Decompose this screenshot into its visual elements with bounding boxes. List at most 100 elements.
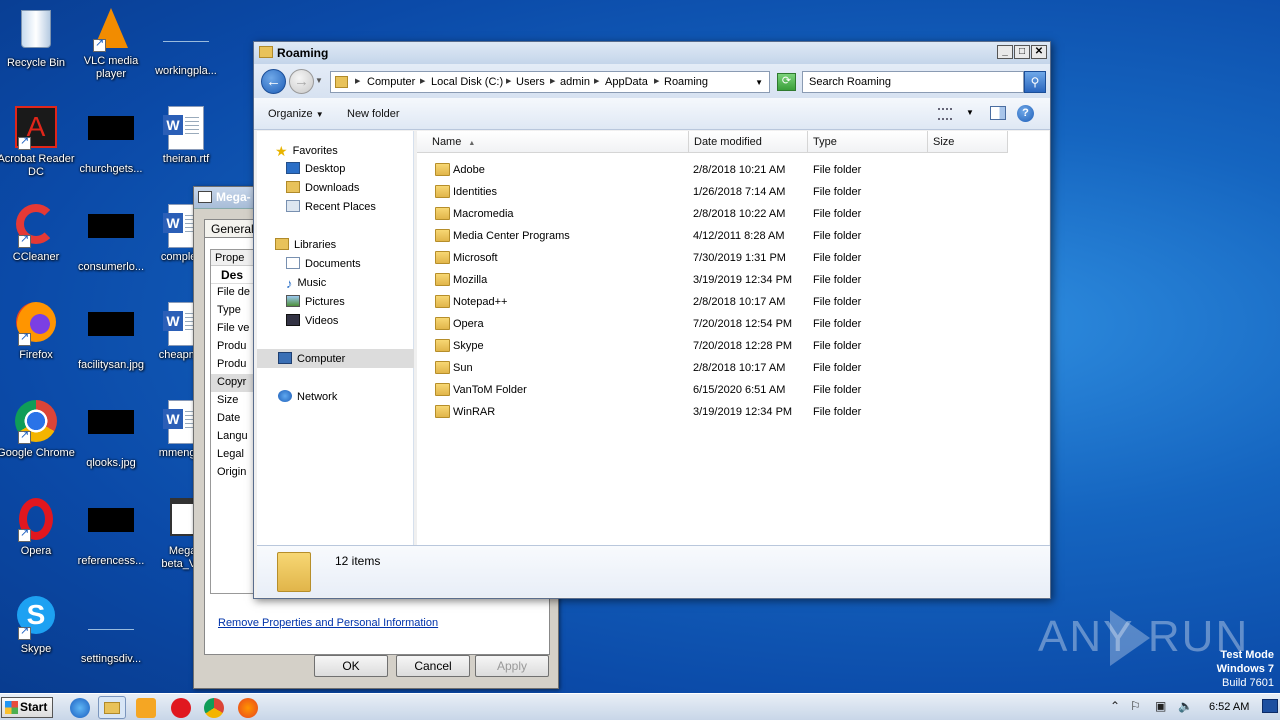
acrobat-reader-icon[interactable]: A Acrobat Reader DC	[0, 106, 76, 179]
internet-explorer-icon[interactable]	[70, 698, 90, 718]
breadcrumb-computer[interactable]: Computer	[367, 76, 415, 88]
table-row[interactable]: Identities 1/26/2018 7:14 AM File folder	[417, 181, 1049, 203]
history-dropdown-icon[interactable]: ▼	[315, 76, 323, 85]
network-tray-icon[interactable]: ▣	[1155, 699, 1166, 713]
consumerlo-file-icon[interactable]: consumerlo...	[71, 204, 151, 274]
minimize-button[interactable]: _	[997, 45, 1013, 59]
libraries-icon	[275, 238, 289, 250]
ok-button[interactable]: OK	[314, 655, 388, 677]
volume-icon[interactable]: 🔈	[1178, 699, 1193, 713]
nav-favorites[interactable]: ★ Favorites	[275, 143, 338, 159]
maximize-button[interactable]: □	[1014, 45, 1030, 59]
show-hidden-icons[interactable]: ⌃	[1110, 699, 1120, 713]
table-row[interactable]: VanToM Folder 6/15/2020 6:51 AM File folde…	[417, 379, 1049, 401]
table-row[interactable]: Microsoft 7/30/2019 1:31 PM File folder	[417, 247, 1049, 269]
file-name: VanToM Folder	[453, 384, 527, 396]
breadcrumb-users[interactable]: Users	[516, 76, 545, 88]
chevron-right-icon[interactable]: ▶	[594, 77, 599, 85]
breadcrumb[interactable]: ▶ Computer ▶ Local Disk (C:) ▶ Users ▶ a…	[330, 71, 770, 93]
table-row[interactable]: Notepad++ 2/8/2018 10:17 AM File folder	[417, 291, 1049, 313]
nav-recent-places[interactable]: Recent Places	[286, 200, 376, 213]
shortcut-arrow-icon	[18, 331, 31, 346]
view-dropdown-icon[interactable]: ▼	[966, 108, 974, 117]
close-button[interactable]: ✕	[1031, 45, 1047, 59]
theiran-rtf-icon[interactable]: theiran.rtf	[146, 106, 226, 166]
table-row[interactable]: Sun 2/8/2018 10:17 AM File folder	[417, 357, 1049, 379]
show-desktop-button[interactable]	[1262, 699, 1278, 713]
organize-button[interactable]: Organize ▼	[268, 108, 324, 120]
table-row[interactable]: WinRAR 3/19/2019 12:34 PM File folder	[417, 401, 1049, 423]
explorer-titlebar[interactable]: Roaming _ □ ✕	[254, 42, 1050, 64]
nav-music[interactable]: ♪ Music	[286, 276, 326, 291]
breadcrumb-appdata[interactable]: AppData	[605, 76, 648, 88]
new-folder-button[interactable]: New folder	[347, 108, 400, 120]
vlc-icon[interactable]: VLC media player	[71, 8, 151, 81]
opera-image	[12, 498, 60, 542]
chevron-right-icon[interactable]: ▶	[355, 77, 360, 85]
chrome-taskbar-icon[interactable]	[204, 698, 224, 718]
churchgets-file-icon[interactable]: churchgets...	[71, 106, 151, 176]
qlooks-jpg-icon[interactable]: qlooks.jpg	[71, 400, 151, 470]
column-header-date[interactable]: Date modified	[689, 131, 808, 153]
back-button[interactable]: ←	[261, 69, 286, 94]
referencess-file-icon[interactable]: referencess...	[71, 498, 151, 568]
cancel-button[interactable]: Cancel	[396, 655, 470, 677]
forward-button[interactable]: →	[289, 69, 314, 94]
clock[interactable]: 6:52 AM	[1209, 701, 1249, 713]
media-player-icon[interactable]	[136, 698, 156, 718]
table-row[interactable]: Opera 7/20/2018 12:54 PM File folder	[417, 313, 1049, 335]
firefox-taskbar-icon[interactable]	[238, 698, 258, 718]
refresh-button[interactable]: ⟳	[777, 73, 796, 91]
opera-taskbar-icon[interactable]	[171, 698, 191, 718]
table-row[interactable]: Macromedia 2/8/2018 10:22 AM File folder	[417, 203, 1049, 225]
preview-pane-icon[interactable]	[990, 106, 1006, 120]
apply-button[interactable]: Apply	[475, 655, 549, 677]
remove-properties-link[interactable]: Remove Properties and Personal Informati…	[218, 617, 438, 629]
column-header-size[interactable]: Size	[928, 131, 1008, 153]
explorer-window[interactable]: Roaming _ □ ✕ ← → ▼ ▶ Computer ▶ Local D…	[253, 41, 1051, 599]
help-icon[interactable]: ?	[1017, 105, 1034, 122]
nav-network[interactable]: Network	[278, 390, 337, 403]
file-list[interactable]: Name ▲ Date modified Type Size Adobe 2/8/…	[417, 131, 1049, 545]
table-row[interactable]: Media Center Programs 4/12/2011 8:28 AM Fi…	[417, 225, 1049, 247]
start-button[interactable]: Start	[1, 697, 53, 718]
search-icon[interactable]: ⚲	[1024, 71, 1046, 93]
nav-documents[interactable]: Documents	[286, 257, 361, 270]
nav-desktop[interactable]: Desktop	[286, 162, 345, 175]
chevron-right-icon[interactable]: ▶	[550, 77, 555, 85]
explorer-taskbar-button[interactable]	[98, 696, 126, 719]
firefox-icon[interactable]: Firefox	[0, 302, 76, 362]
settingsdiv-file-icon[interactable]: settingsdiv...	[71, 596, 151, 666]
chevron-right-icon[interactable]: ▶	[420, 77, 425, 85]
nav-libraries[interactable]: Libraries	[275, 238, 336, 251]
chevron-right-icon[interactable]: ▶	[506, 77, 511, 85]
action-center-flag-icon[interactable]: ⚐	[1130, 699, 1141, 713]
opera-icon[interactable]: Opera	[0, 498, 76, 558]
google-chrome-icon[interactable]: Google Chrome	[0, 400, 76, 460]
table-row[interactable]: Mozilla 3/19/2019 12:34 PM File folder	[417, 269, 1049, 291]
workingpla-file-icon[interactable]: workingpla...	[146, 8, 226, 78]
build-text: Build 7601	[1222, 677, 1274, 689]
breadcrumb-local-disk[interactable]: Local Disk (C:)	[431, 76, 503, 88]
recycle-bin-icon[interactable]: Recycle Bin	[0, 8, 76, 70]
start-label: Start	[20, 700, 48, 714]
ccleaner-icon[interactable]: CCleaner	[0, 204, 76, 264]
table-row[interactable]: Adobe 2/8/2018 10:21 AM File folder	[417, 159, 1049, 181]
column-header-type[interactable]: Type	[808, 131, 928, 153]
search-input[interactable]: Search Roaming	[802, 71, 1024, 93]
breadcrumb-roaming[interactable]: Roaming	[664, 76, 708, 88]
breadcrumb-admin[interactable]: admin	[560, 76, 590, 88]
nav-videos[interactable]: Videos	[286, 314, 338, 327]
folder-icon	[435, 229, 450, 242]
nav-pictures[interactable]: Pictures	[286, 295, 345, 308]
table-row[interactable]: Skype 7/20/2018 12:28 PM File folder	[417, 335, 1049, 357]
address-dropdown-icon[interactable]: ▼	[755, 78, 763, 87]
column-header-name[interactable]: Name ▲	[417, 131, 689, 153]
chevron-right-icon[interactable]: ▶	[654, 77, 659, 85]
change-view-icon[interactable]	[938, 108, 952, 120]
facilitysan-jpg-icon[interactable]: facilitysan.jpg	[71, 302, 151, 372]
skype-icon[interactable]: S Skype	[0, 596, 76, 656]
nav-downloads[interactable]: Downloads	[286, 181, 359, 194]
nav-computer[interactable]: Computer	[278, 352, 345, 365]
file-thumbnail	[87, 508, 135, 552]
